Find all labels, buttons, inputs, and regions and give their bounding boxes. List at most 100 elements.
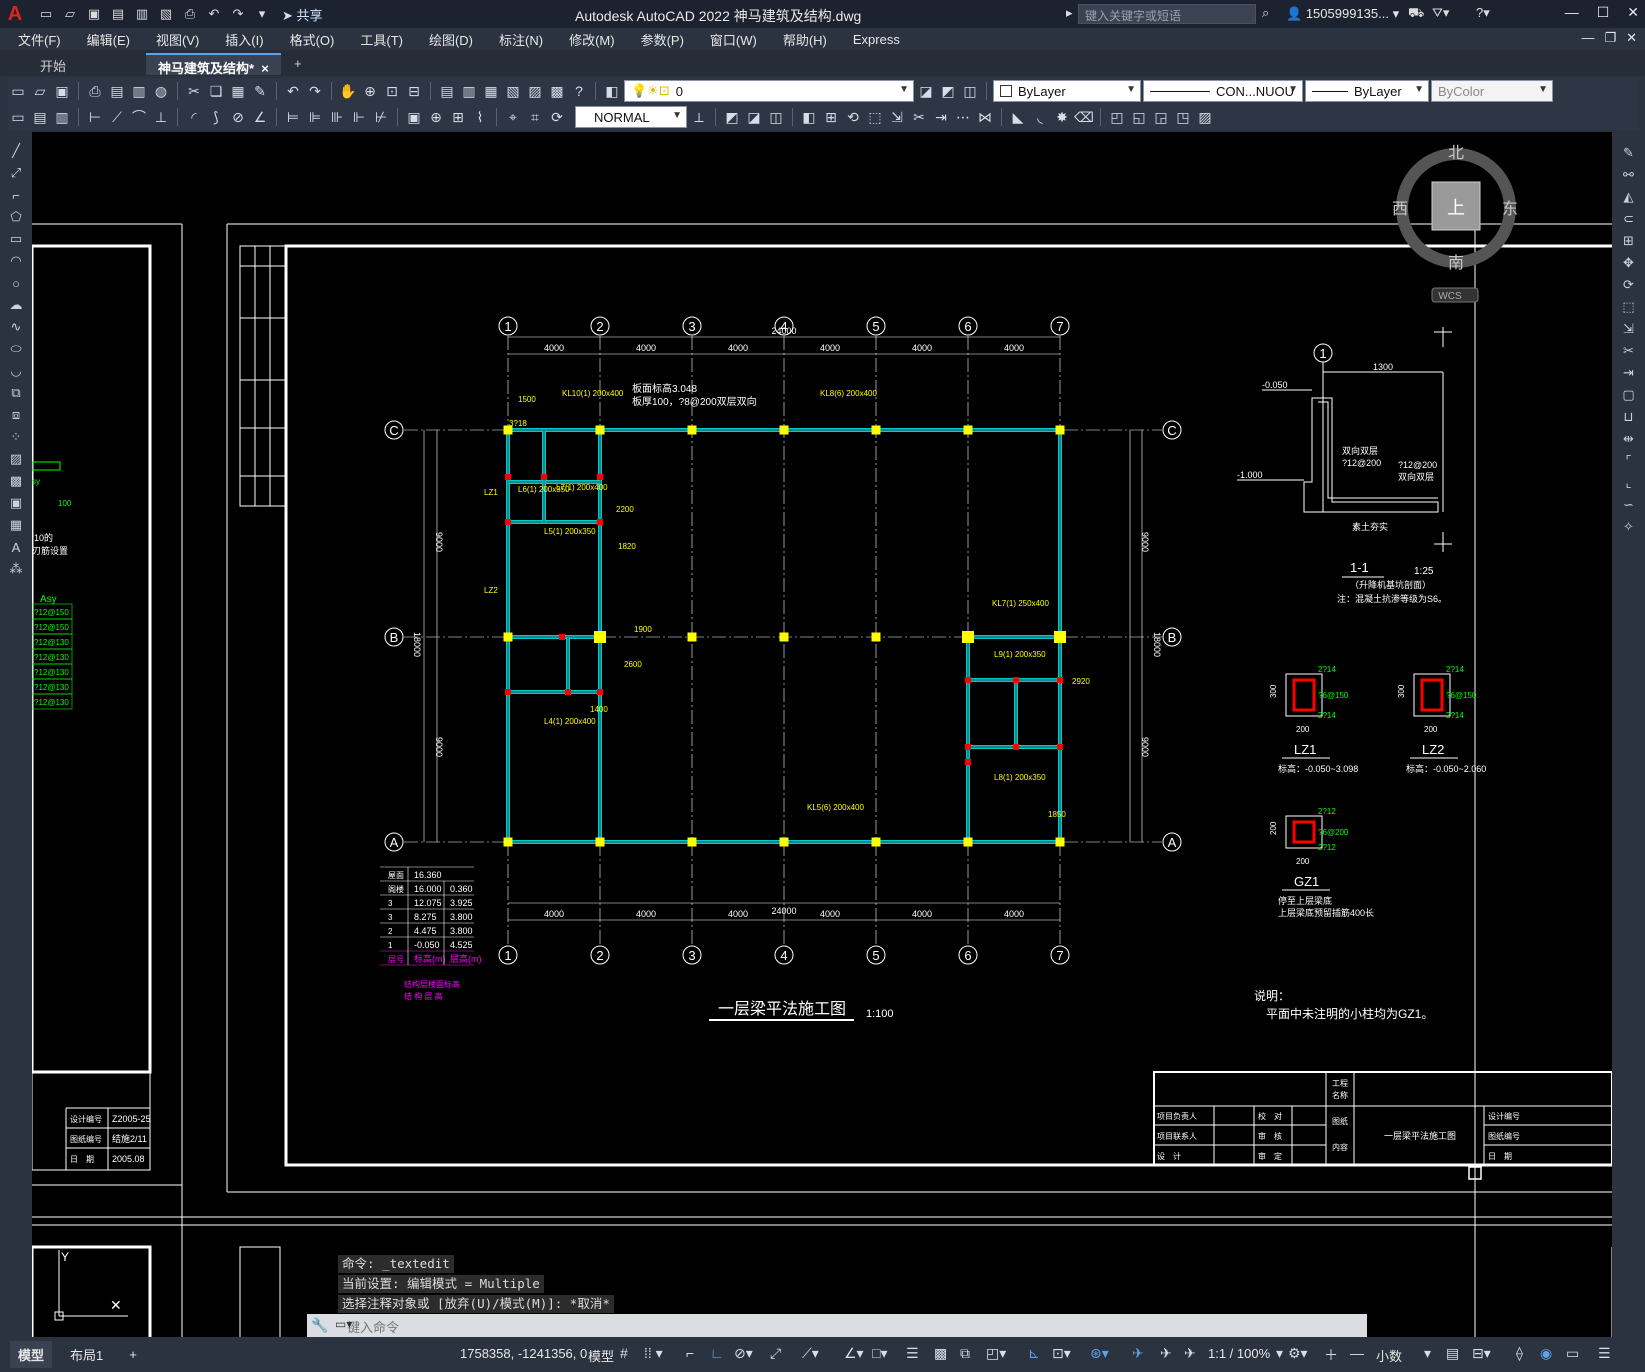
tb-designcenter-icon[interactable]: ▥ xyxy=(459,81,479,101)
offset-tool-icon[interactable]: ⊂ xyxy=(1618,210,1640,228)
polygon-icon[interactable]: ⬠ xyxy=(5,208,27,226)
tab-drawing[interactable]: 神马建筑及结构* × xyxy=(146,53,281,76)
block-icon[interactable]: ◰ xyxy=(1107,107,1127,127)
infer-icon[interactable]: ⌐ xyxy=(686,1345,694,1361)
3d-osnap-icon[interactable]: ◰▾ xyxy=(986,1345,1006,1362)
tb-text-icon[interactable]: ▭ xyxy=(8,107,28,127)
units-minus-icon[interactable]: — xyxy=(1350,1345,1364,1361)
arc-icon[interactable]: ◠ xyxy=(5,252,27,270)
annotation-monitor-icon[interactable]: ＋ xyxy=(1324,1345,1338,1365)
workspace-icon[interactable]: ⚙▾ xyxy=(1288,1345,1308,1362)
dim-angular-icon[interactable]: ∠ xyxy=(250,107,270,127)
command-input[interactable]: 键入命令 xyxy=(347,1317,399,1336)
linetype-dropdown[interactable]: CON...NUOU ▼ xyxy=(1143,80,1303,102)
menu-file[interactable]: 文件(F) xyxy=(18,30,61,49)
viewcube-south[interactable]: 南 xyxy=(1448,254,1464,272)
rotate-icon[interactable]: ⟲ xyxy=(843,107,863,127)
tb-open-icon[interactable]: ▱ xyxy=(30,81,50,101)
doc-minimize-icon[interactable]: — xyxy=(1581,30,1594,46)
help-icon[interactable]: ?▾ xyxy=(1476,5,1490,21)
customization-icon[interactable]: ☰ xyxy=(1598,1345,1611,1362)
dim-linear-icon[interactable]: ⊢ xyxy=(85,107,105,127)
dim-textedit-icon[interactable]: ⌗ xyxy=(525,107,545,127)
break-point-icon[interactable]: ▢ xyxy=(1618,386,1640,404)
extend-icon[interactable]: ⇥ xyxy=(931,107,951,127)
spline-icon[interactable]: ∿ xyxy=(5,318,27,336)
extend-tool-icon[interactable]: ⇥ xyxy=(1618,364,1640,382)
tb-save-icon[interactable]: ▣ xyxy=(52,81,72,101)
tb-matchprop-icon[interactable]: ✎ xyxy=(250,81,270,101)
polyline-icon[interactable]: ⌐ xyxy=(5,186,27,204)
a360-icon[interactable]: ⛛▾ xyxy=(1432,5,1449,21)
array-tool-icon[interactable]: ⊞ xyxy=(1618,232,1640,250)
erase-tool-icon[interactable]: ✎ xyxy=(1618,144,1640,162)
isolate-objects-icon[interactable]: ⟠ xyxy=(1516,1345,1523,1362)
viewcube-west[interactable]: 西 xyxy=(1392,201,1408,218)
rectangle-icon[interactable]: ▭ xyxy=(5,230,27,248)
inspect-icon[interactable]: ⊞ xyxy=(448,107,468,127)
explode-tool-icon[interactable]: ✧ xyxy=(1618,518,1640,536)
osnap-icon[interactable]: □▾ xyxy=(872,1345,887,1362)
dim-arc-icon[interactable]: ⌒ xyxy=(129,107,149,127)
region-icon[interactable]: ▣ xyxy=(5,494,27,512)
ellipse-arc-icon[interactable]: ◡ xyxy=(5,362,27,380)
add-layout-button[interactable]: + xyxy=(121,1343,145,1366)
tb-help-icon[interactable]: ? xyxy=(569,81,589,101)
new-icon[interactable]: ▭ xyxy=(36,5,56,23)
minimize-icon[interactable]: — xyxy=(1565,4,1579,21)
polar-icon[interactable]: ⊘▾ xyxy=(734,1345,753,1362)
textstyle-dropdown[interactable]: NORMAL ▼ xyxy=(575,106,687,128)
fillet-tool-icon[interactable]: ⌞ xyxy=(1618,474,1640,492)
tb-layer-prev-icon[interactable]: ◫ xyxy=(960,81,980,101)
isodraft-icon[interactable]: ⤢ xyxy=(770,1345,781,1362)
transparency-icon[interactable]: ▩ xyxy=(934,1345,947,1362)
break-tool-icon[interactable]: ⊔ xyxy=(1618,408,1640,426)
dim-ordinate-icon[interactable]: ⊥ xyxy=(151,107,171,127)
annotation-scale-icon[interactable]: ✈ xyxy=(1184,1345,1196,1362)
circle-icon[interactable]: ○ xyxy=(5,274,27,292)
tb-undo-icon[interactable]: ↶ xyxy=(283,81,303,101)
print-icon[interactable]: ⎙ xyxy=(180,5,200,23)
array-icon[interactable]: ⊞ xyxy=(821,107,841,127)
tb-make-current-icon[interactable]: ◪ xyxy=(916,81,936,101)
blend-tool-icon[interactable]: ∽ xyxy=(1618,496,1640,514)
tb-paste-icon[interactable]: ▦ xyxy=(228,81,248,101)
dim-break-icon[interactable]: ⊬ xyxy=(371,107,391,127)
tb-redo-icon[interactable]: ↷ xyxy=(305,81,325,101)
dynamic-input-icon[interactable]: ⊾ xyxy=(1028,1345,1040,1362)
units-value[interactable]: 小数 xyxy=(1376,1346,1402,1365)
viewcube-east[interactable]: 东 xyxy=(1502,200,1518,218)
gizmo-icon[interactable]: ⊛▾ xyxy=(1090,1345,1109,1362)
copy-tool-icon[interactable]: ⚯ xyxy=(1618,166,1640,184)
menu-parametric[interactable]: 参数(P) xyxy=(641,30,684,49)
dynamic-ucs-icon[interactable]: ∠▾ xyxy=(844,1345,864,1362)
tab-close-icon[interactable]: × xyxy=(261,61,269,76)
model-space-button[interactable]: 模型 xyxy=(588,1346,614,1365)
scale-tool-icon[interactable]: ⬚ xyxy=(1618,298,1640,316)
stretch-icon[interactable]: ⇲ xyxy=(887,107,907,127)
menu-window[interactable]: 窗口(W) xyxy=(710,30,757,49)
open-icon[interactable]: ▱ xyxy=(60,5,80,23)
line-icon[interactable]: ╱ xyxy=(5,142,27,160)
tb-table-icon[interactable]: ▤ xyxy=(30,107,50,127)
gradient-icon[interactable]: ▩ xyxy=(5,472,27,490)
doc-close-icon[interactable]: ✕ xyxy=(1626,30,1637,46)
selection-cycling-icon[interactable]: ⧉ xyxy=(960,1345,970,1362)
command-line[interactable]: 🔧 ▭▾ 键入命令 xyxy=(307,1314,1367,1338)
tb-toolpalette-icon[interactable]: ▦ xyxy=(481,81,501,101)
viewcube-north[interactable]: 北 xyxy=(1448,144,1464,162)
rotate-tool-icon[interactable]: ⟳ xyxy=(1618,276,1640,294)
tb-publish-icon[interactable]: ▥ xyxy=(129,81,149,101)
viewcube[interactable]: 上 北 南 东 西 WCS xyxy=(1392,144,1518,303)
plot-preview-icon[interactable]: ▥ xyxy=(132,5,152,23)
table-icon[interactable]: ▦ xyxy=(5,516,27,534)
ortho-icon[interactable]: ∟ xyxy=(710,1345,724,1361)
color-dropdown[interactable]: ByLayer ▼ xyxy=(993,80,1141,102)
redo-icon[interactable]: ↷ xyxy=(228,5,248,23)
point-icon[interactable]: ⁘ xyxy=(5,428,27,446)
menu-express[interactable]: Express xyxy=(853,32,900,47)
clean-screen-icon[interactable]: ▭ xyxy=(1566,1345,1579,1362)
dim-continue-icon[interactable]: ⊪ xyxy=(327,107,347,127)
snap-icon[interactable]: ⁞⁞ ▾ xyxy=(644,1345,663,1362)
dim-baseline-icon[interactable]: ⊫ xyxy=(305,107,325,127)
